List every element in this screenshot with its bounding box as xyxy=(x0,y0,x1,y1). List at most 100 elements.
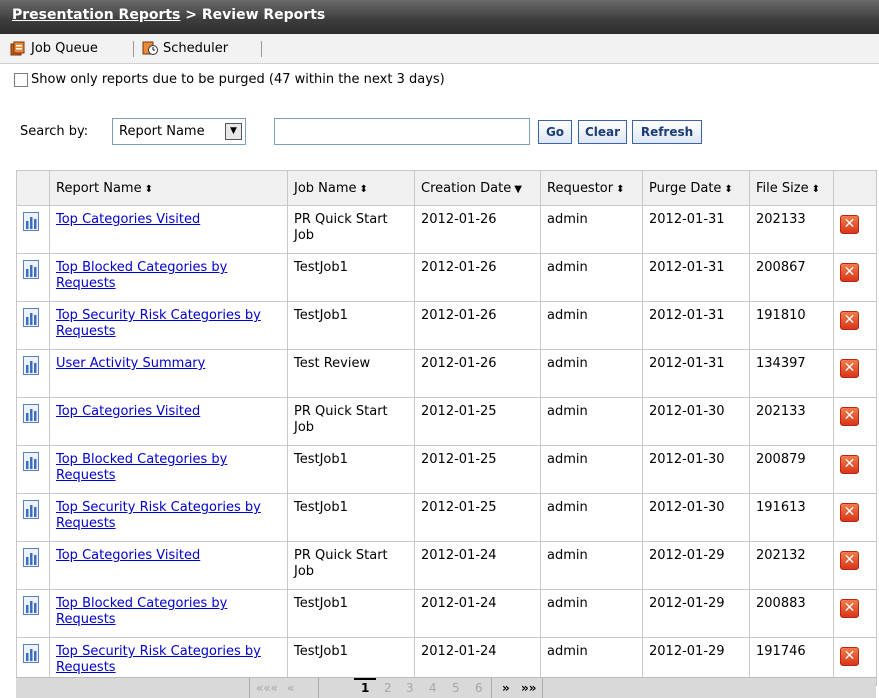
report-chart-icon[interactable] xyxy=(23,212,40,231)
next-page-button[interactable]: » xyxy=(502,681,510,695)
table-row: Top Categories Visited PR Quick Start Job… xyxy=(16,205,877,254)
report-chart-icon[interactable] xyxy=(23,260,40,279)
report-name-link[interactable]: Top Security Risk Categories by Requests xyxy=(56,500,261,531)
purge-date-cell: 2012-01-30 xyxy=(642,445,750,494)
column-header-requestor[interactable]: Requestor ⬍ xyxy=(540,170,643,206)
report-name-cell: User Activity Summary xyxy=(49,349,288,398)
creation-date-cell: 2012-01-26 xyxy=(414,205,541,254)
toolbar-divider xyxy=(261,41,262,57)
creation-date-cell: 2012-01-25 xyxy=(414,493,541,542)
column-header-icon xyxy=(16,170,50,206)
column-header-file-size[interactable]: File Size ⬍ xyxy=(749,170,834,206)
column-header-job-name[interactable]: Job Name ⬍ xyxy=(287,170,415,206)
delete-x-icon[interactable]: ✕ xyxy=(840,263,859,282)
page-1[interactable]: 1 xyxy=(361,681,369,695)
first-page-button[interactable]: ««« xyxy=(256,681,278,695)
search-input[interactable] xyxy=(274,118,530,145)
delete-x-icon[interactable]: ✕ xyxy=(840,311,859,330)
purge-date-cell: 2012-01-31 xyxy=(642,349,750,398)
purge-date-cell: 2012-01-31 xyxy=(642,253,750,302)
go-button[interactable]: Go xyxy=(538,120,572,144)
search-field-select[interactable]: Report Name ▼ xyxy=(112,118,246,145)
delete-cell: ✕ xyxy=(833,253,877,302)
table-row: User Activity Summary Test Review 2012-01-… xyxy=(16,349,877,398)
delete-cell: ✕ xyxy=(833,589,877,638)
sort-icon: ⬍ xyxy=(616,183,625,195)
page-6[interactable]: 6 xyxy=(475,681,483,695)
report-name-link[interactable]: User Activity Summary xyxy=(56,356,205,371)
page-5[interactable]: 5 xyxy=(452,681,460,695)
table-row: Top Blocked Categories by Requests TestJo… xyxy=(16,589,877,638)
pagination: ««« « 1 2 3 4 5 6 » »» xyxy=(16,677,876,698)
scheduler-button[interactable]: Scheduler xyxy=(142,38,228,58)
creation-date-cell: 2012-01-24 xyxy=(414,541,541,590)
report-name-link[interactable]: Top Blocked Categories by Requests xyxy=(56,596,227,627)
requestor-cell: admin xyxy=(540,589,643,638)
column-header-purge-date[interactable]: Purge Date ⬍ xyxy=(642,170,750,206)
page-3[interactable]: 3 xyxy=(406,681,414,695)
clear-button[interactable]: Clear xyxy=(578,120,627,144)
report-name-link[interactable]: Top Security Risk Categories by Requests xyxy=(56,308,261,339)
report-chart-icon[interactable] xyxy=(23,500,40,519)
delete-x-icon[interactable]: ✕ xyxy=(840,455,859,474)
page-4[interactable]: 4 xyxy=(429,681,437,695)
table-row: Top Blocked Categories by Requests TestJo… xyxy=(16,445,877,494)
column-header-creation-date[interactable]: Creation Date ▼ xyxy=(414,170,541,206)
report-name-link[interactable]: Top Security Risk Categories by Requests xyxy=(56,644,261,675)
job-name-cell: PR Quick Start Job xyxy=(287,397,415,446)
report-name-link[interactable]: Top Blocked Categories by Requests xyxy=(56,260,227,291)
file-size-cell: 191613 xyxy=(749,493,834,542)
report-chart-icon[interactable] xyxy=(23,452,40,471)
sort-icon: ⬍ xyxy=(811,183,820,195)
last-page-button[interactable]: »» xyxy=(521,681,537,695)
report-name-link[interactable]: Top Categories Visited xyxy=(56,548,200,563)
report-chart-icon[interactable] xyxy=(23,356,40,375)
column-header-report-name[interactable]: Report Name ⬍ xyxy=(49,170,288,206)
refresh-button[interactable]: Refresh xyxy=(632,120,702,144)
scheduler-icon xyxy=(142,41,158,55)
table-row: Top Security Risk Categories by Requests… xyxy=(16,301,877,350)
report-chart-icon[interactable] xyxy=(23,308,40,327)
requestor-cell: admin xyxy=(540,205,643,254)
delete-x-icon[interactable]: ✕ xyxy=(840,407,859,426)
report-chart-icon[interactable] xyxy=(23,596,40,615)
delete-cell: ✕ xyxy=(833,301,877,350)
requestor-cell: admin xyxy=(540,301,643,350)
delete-x-icon[interactable]: ✕ xyxy=(840,359,859,378)
job-queue-button[interactable]: Job Queue xyxy=(10,38,98,58)
purge-date-cell: 2012-01-31 xyxy=(642,301,750,350)
report-name-cell: Top Blocked Categories by Requests xyxy=(49,445,288,494)
chevron-down-icon[interactable]: ▼ xyxy=(225,123,242,140)
toolbar: Job Queue Scheduler xyxy=(0,34,879,64)
report-icon-cell xyxy=(16,589,50,638)
file-size-cell: 202133 xyxy=(749,205,834,254)
report-chart-icon[interactable] xyxy=(23,548,40,567)
report-icon-cell xyxy=(16,445,50,494)
report-name-link[interactable]: Top Categories Visited xyxy=(56,212,200,227)
report-name-cell: Top Blocked Categories by Requests xyxy=(49,253,288,302)
file-size-cell: 134397 xyxy=(749,349,834,398)
job-name-cell: TestJob1 xyxy=(287,493,415,542)
page-2[interactable]: 2 xyxy=(384,681,392,695)
report-icon-cell xyxy=(16,205,50,254)
report-name-link[interactable]: Top Blocked Categories by Requests xyxy=(56,452,227,483)
delete-cell: ✕ xyxy=(833,205,877,254)
purge-checkbox[interactable] xyxy=(14,72,28,87)
search-field-value: Report Name xyxy=(119,124,205,139)
delete-x-icon[interactable]: ✕ xyxy=(840,551,859,570)
prev-page-button[interactable]: « xyxy=(287,681,294,695)
report-chart-icon[interactable] xyxy=(23,644,40,663)
delete-x-icon[interactable]: ✕ xyxy=(840,599,859,618)
report-chart-icon[interactable] xyxy=(23,404,40,423)
delete-x-icon[interactable]: ✕ xyxy=(840,503,859,522)
purge-date-cell: 2012-01-31 xyxy=(642,205,750,254)
requestor-cell: admin xyxy=(540,445,643,494)
delete-cell: ✕ xyxy=(833,445,877,494)
file-size-cell: 191810 xyxy=(749,301,834,350)
delete-x-icon[interactable]: ✕ xyxy=(840,647,859,666)
delete-x-icon[interactable]: ✕ xyxy=(840,215,859,234)
file-size-cell: 202132 xyxy=(749,541,834,590)
breadcrumb-presentation-reports[interactable]: Presentation Reports xyxy=(12,7,180,23)
report-name-link[interactable]: Top Categories Visited xyxy=(56,404,200,419)
job-queue-label: Job Queue xyxy=(31,40,98,56)
